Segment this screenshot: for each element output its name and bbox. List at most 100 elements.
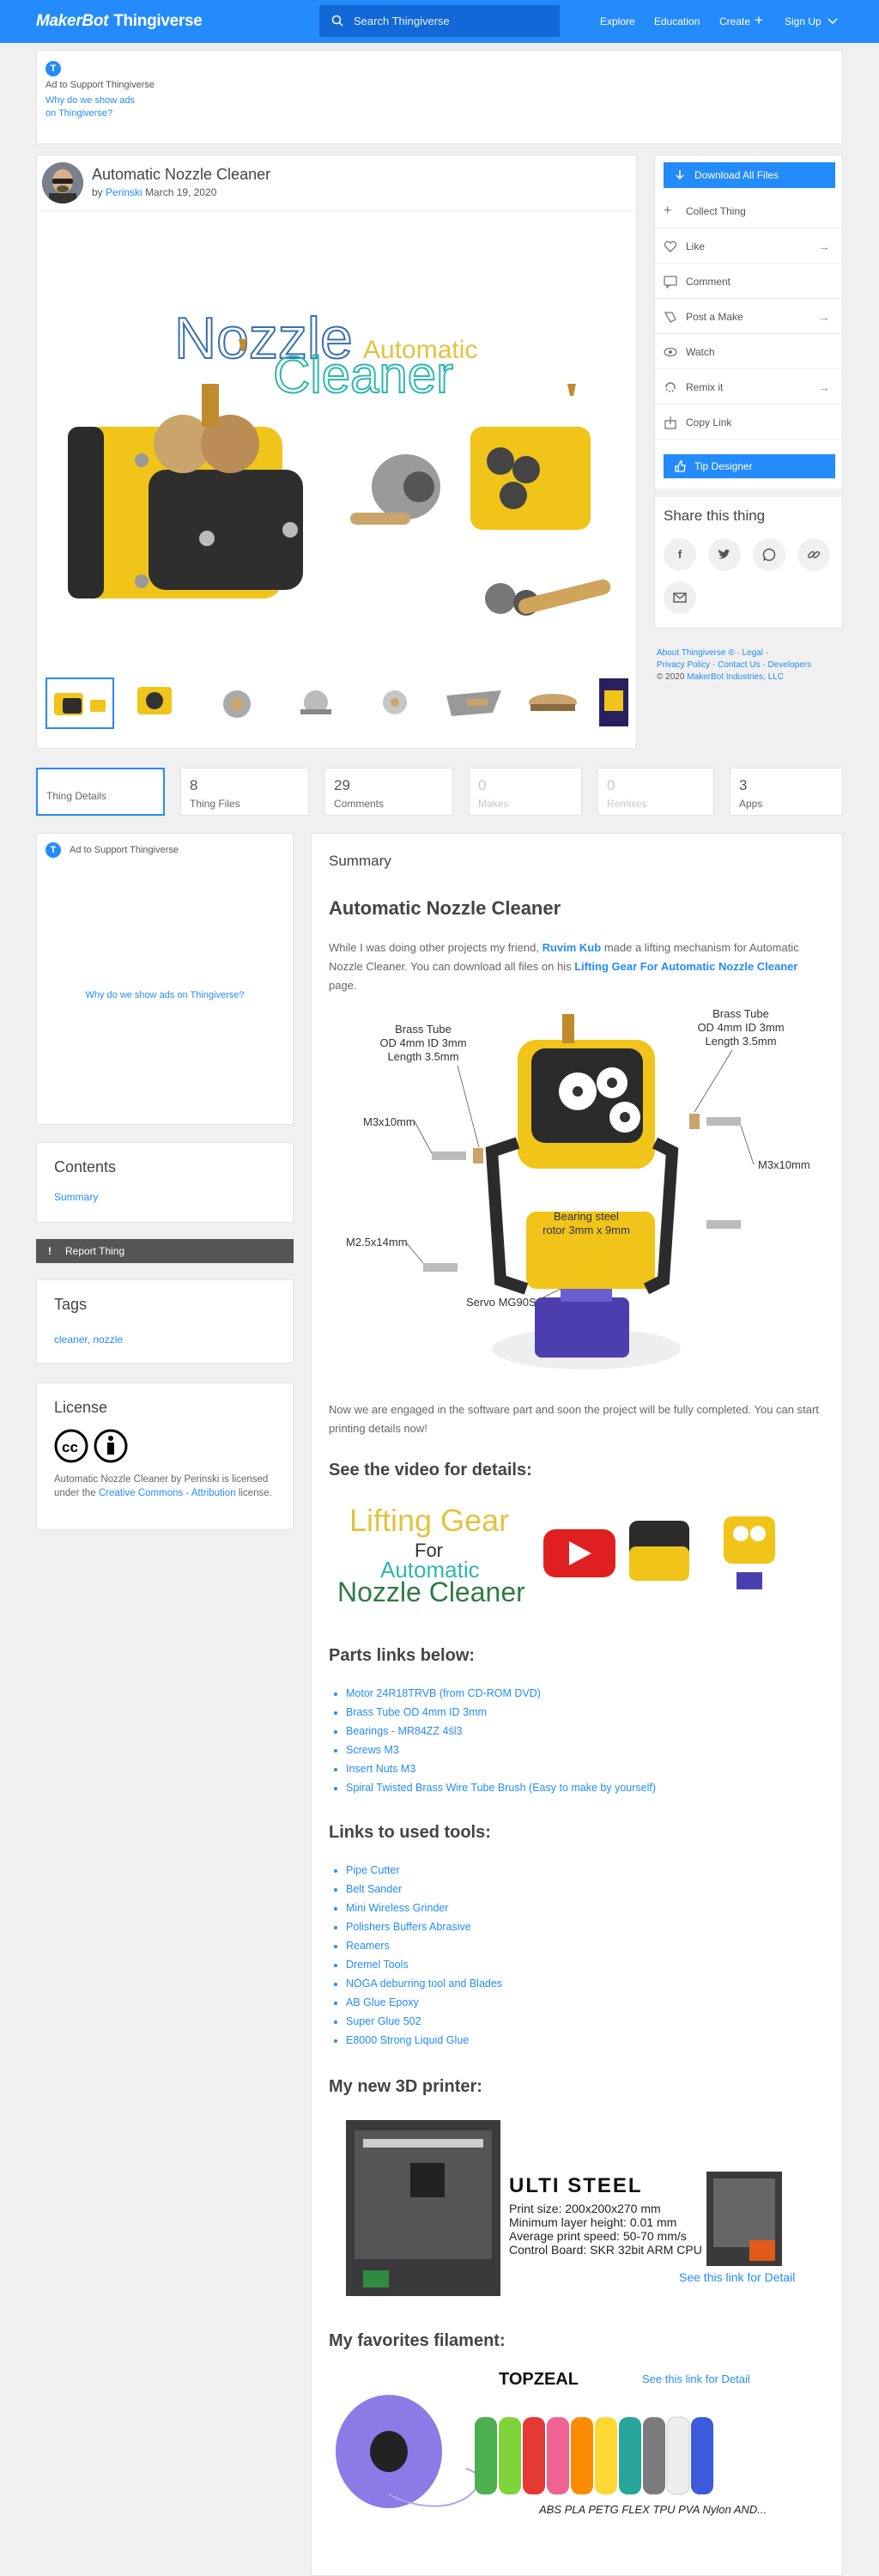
copy-link-button[interactable]: Copy Link <box>655 405 842 440</box>
part-link[interactable]: Screws M3 <box>346 1744 399 1756</box>
tab-label: Comments <box>334 798 385 810</box>
email-icon[interactable] <box>664 581 696 614</box>
part-link[interactable]: Motor 24R18TRVB (from CD-ROM DVD) <box>346 1687 541 1699</box>
printer-spec-4: Control Board: SKR 32bit ARM CPU <box>509 2243 702 2257</box>
nav-education[interactable]: Education <box>654 15 700 27</box>
plus-icon[interactable]: + <box>755 12 763 29</box>
part-link[interactable]: Bearings - MR84ZZ 4śl3 <box>346 1725 462 1737</box>
chevron-down-icon[interactable] <box>827 18 838 25</box>
contents-summary-link[interactable]: Summary <box>54 1191 98 1203</box>
logo-makerbot: MakerBot <box>36 12 109 30</box>
printer-spec-1: Print size: 200x200x270 mm <box>509 2202 661 2215</box>
summary-panel: Summary Automatic Nozzle Cleaner While I… <box>311 833 843 2576</box>
video-heading: See the video for details: <box>329 1461 532 1479</box>
share-title: Share this thing <box>664 507 766 524</box>
report-label: Report Thing <box>65 1245 125 1257</box>
license-link[interactable]: Creative Commons - Attribution <box>99 1488 236 1498</box>
tab-remixes[interactable]: 0 Remixes <box>597 768 714 816</box>
collect-thing-button[interactable]: + Collect Thing <box>655 194 842 228</box>
printer-heading: My new 3D printer: <box>329 2077 482 2096</box>
thumbnail[interactable] <box>282 677 351 729</box>
avatar[interactable] <box>42 162 83 204</box>
author-link[interactable]: Perinski <box>106 186 142 198</box>
tool-link[interactable]: Mini Wireless Grinder <box>346 1902 448 1914</box>
tool-link[interactable]: Reamers <box>346 1940 390 1952</box>
part-link[interactable]: Brass Tube OD 4mm ID 3mm <box>346 1706 487 1718</box>
why-ads-link[interactable]: Why do we show ads on Thingiverse? <box>37 990 293 1000</box>
label-brass-left-2: OD 4mm ID 3mm <box>379 1036 466 1049</box>
tool-link[interactable]: Polishers Buffers Abrasive <box>346 1921 471 1933</box>
tool-link[interactable]: AB Glue Epoxy <box>346 1996 419 2008</box>
tab-label: Apps <box>739 798 763 810</box>
nav-explore[interactable]: Explore <box>600 15 635 27</box>
thumbnail[interactable] <box>45 677 114 729</box>
thingiverse-logo[interactable]: MakerBot Thingiverse <box>36 12 203 31</box>
tool-link[interactable]: Pipe Cutter <box>346 1864 400 1876</box>
filament-ad-image[interactable]: TOPZEAL See this link for Detail ABS PLA… <box>329 2366 827 2520</box>
tool-link[interactable]: E8000 Strong Liquid Glue <box>346 2034 469 2046</box>
tool-link[interactable]: Dremel Tools <box>346 1959 409 1971</box>
nav-create[interactable]: Create <box>719 15 750 27</box>
part-link[interactable]: Spiral Twisted Brass Wire Tube Brush (Ea… <box>346 1782 656 1794</box>
search-placeholder: Search Thingiverse <box>354 15 450 27</box>
privacy-link[interactable]: Privacy Policy <box>657 660 710 670</box>
download-all-files-button[interactable]: Download All Files <box>664 162 835 188</box>
twitter-icon[interactable] <box>708 538 741 571</box>
label-bearing-2: rotor 3mm x 9mm <box>543 1224 630 1236</box>
filament-detail-link[interactable]: See this link for Detail <box>642 2372 750 2385</box>
tool-link[interactable]: NOGA deburring tool and Blades <box>346 1978 502 1990</box>
about-link[interactable]: About Thingiverse ® <box>657 648 735 658</box>
logo-thingiverse: Thingiverse <box>113 12 203 30</box>
tip-designer-button[interactable]: Tip Designer <box>664 454 835 478</box>
tab-apps[interactable]: 3 Apps <box>730 768 843 816</box>
tab-comments[interactable]: 29 Comments <box>324 768 453 816</box>
why-ads-link[interactable]: Why do we show ads <box>45 95 135 106</box>
printer-ad-image[interactable]: ULTI STEEL Print size: 200x200x270 mm Mi… <box>329 2111 827 2309</box>
video-thumbnail[interactable]: Lifting Gear For Automatic Nozzle Cleane… <box>329 1495 827 1607</box>
label-brass-right: Brass Tube <box>712 1007 769 1020</box>
by-label: by <box>92 186 103 198</box>
watch-button[interactable]: Watch <box>655 335 842 369</box>
summary-heading: Summary <box>329 853 391 869</box>
facebook-icon[interactable]: f <box>664 538 696 571</box>
contact-link[interactable]: Contact Us <box>718 660 760 670</box>
friend-link[interactable]: Ruvim Kub <box>543 941 602 954</box>
thumbnail[interactable] <box>203 677 272 729</box>
thumbnail[interactable] <box>440 677 509 729</box>
search-input[interactable]: Search Thingiverse <box>319 5 560 37</box>
tags-title: Tags <box>54 1296 88 1313</box>
tool-link[interactable]: Belt Sander <box>346 1883 402 1895</box>
tool-link[interactable]: Super Glue 502 <box>346 2015 421 2027</box>
printer-detail-link[interactable]: See this link for Detail <box>679 2270 795 2284</box>
collect-label: Collect Thing <box>686 205 746 217</box>
thumbnail[interactable] <box>361 677 430 729</box>
thumbnail[interactable] <box>598 677 629 729</box>
whatsapp-icon[interactable] <box>753 538 785 571</box>
license-text: Automatic Nozzle Cleaner by Perinski is … <box>54 1473 277 1500</box>
like-button[interactable]: Like → <box>655 229 842 264</box>
hero-title-cleaner: Cleaner <box>273 346 453 404</box>
company-link[interactable]: MakerBot Industries, LLC <box>687 672 784 682</box>
legal-link[interactable]: Legal <box>742 648 762 658</box>
tab-makes[interactable]: 0 Makes <box>469 768 582 816</box>
tab-thing-details[interactable]: Thing Details <box>36 768 165 816</box>
why-ads-link-2[interactable]: on Thingiverse? <box>45 108 112 118</box>
developers-link[interactable]: Developers <box>768 660 812 670</box>
hero-image[interactable]: Nozzle Automatic Cleaner <box>54 212 621 659</box>
arrow-right-icon: → <box>818 310 830 324</box>
comment-button[interactable]: Comment <box>655 264 842 299</box>
tags-list[interactable]: cleaner, nozzle <box>54 1334 123 1346</box>
thingiverse-badge-icon: T <box>45 842 61 858</box>
tab-count: 8 <box>190 777 198 793</box>
tab-thing-files[interactable]: 8 Thing Files <box>180 768 309 816</box>
report-thing-button[interactable]: ! Report Thing <box>36 1239 294 1263</box>
left-ad-panel: T Ad to Support Thingiverse Why do we sh… <box>36 833 294 1125</box>
thumbnail[interactable] <box>124 677 193 729</box>
thumbnail[interactable] <box>519 677 588 729</box>
lifting-gear-link[interactable]: Lifting Gear For Automatic Nozzle Cleane… <box>574 960 797 973</box>
part-link[interactable]: Insert Nuts M3 <box>346 1763 415 1775</box>
link-icon[interactable] <box>797 538 830 571</box>
nav-sign-up[interactable]: Sign Up <box>785 15 821 27</box>
post-a-make-button[interactable]: Post a Make → <box>655 300 842 334</box>
remix-button[interactable]: Remix it → <box>655 370 842 404</box>
